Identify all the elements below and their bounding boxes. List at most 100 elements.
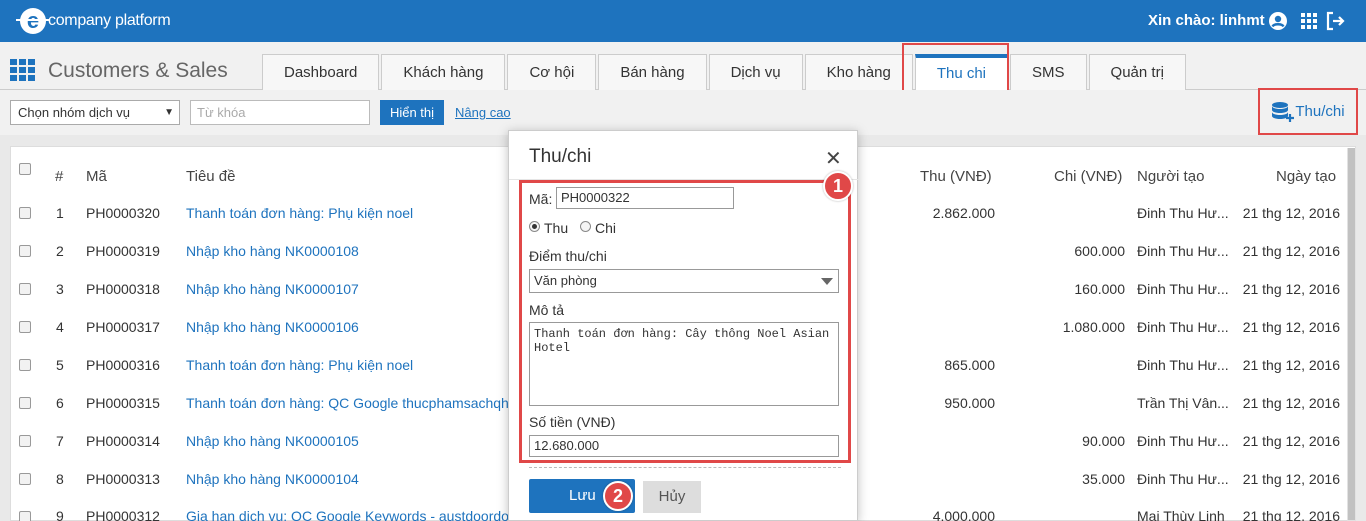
form-separator — [529, 467, 841, 468]
row-code: PH0000312 — [86, 508, 160, 521]
row-title-link[interactable]: Thanh toán đơn hàng: Phụ kiện noel — [186, 357, 413, 373]
header-code[interactable]: Mã — [86, 168, 107, 185]
step-badge-1: 1 — [823, 171, 853, 201]
app-header: Customers & Sales Dashboard Khách hàng C… — [0, 42, 1366, 96]
row-checkbox[interactable] — [19, 321, 31, 333]
row-checkbox[interactable] — [19, 283, 31, 295]
row-expense: 90.000 — [1082, 433, 1125, 449]
radio-thu-label: Thu — [544, 220, 569, 236]
row-title-link[interactable]: Thanh toán đơn hàng: QC Google thucphams… — [186, 395, 513, 411]
row-date: 21 thg 12, 2016 — [1242, 357, 1340, 373]
tab-dashboard[interactable]: Dashboard — [262, 54, 380, 90]
close-icon[interactable]: ✕ — [825, 146, 842, 171]
show-button[interactable]: Hiển thị — [380, 100, 444, 125]
row-creator: Đinh Thu Hư... — [1137, 205, 1229, 221]
row-title-link[interactable]: Thanh toán đơn hàng: Phụ kiện noel — [186, 205, 413, 221]
description-label: Mô tả — [529, 302, 565, 318]
dialog-title: Thu/chi — [529, 146, 592, 167]
row-date: 21 thg 12, 2016 — [1242, 433, 1340, 449]
row-date: 21 thg 12, 2016 — [1242, 471, 1340, 487]
tab-co-hoi[interactable]: Cơ hội — [507, 54, 597, 90]
advanced-search-link[interactable]: Nâng cao — [455, 105, 511, 120]
header-expense[interactable]: Chi (VNĐ) — [1054, 168, 1122, 185]
row-creator: Đinh Thu Hư... — [1137, 471, 1229, 487]
row-expense: 1.080.000 — [1062, 319, 1125, 335]
amount-input[interactable]: 12.680.000 — [529, 435, 839, 457]
thu-chi-tab-highlight — [902, 43, 1009, 96]
row-checkbox[interactable] — [19, 359, 31, 371]
row-date: 21 thg 12, 2016 — [1242, 205, 1340, 221]
point-select[interactable]: Văn phòng — [529, 269, 839, 293]
logo-text: company platform — [48, 12, 171, 29]
row-title-link[interactable]: Nhập kho hàng NK0000105 — [186, 433, 359, 449]
row-number: 3 — [56, 281, 64, 297]
header-income[interactable]: Thu (VNĐ) — [920, 168, 992, 185]
row-expense: 35.000 — [1082, 471, 1125, 487]
row-title-link[interactable]: Nhập kho hàng NK0000108 — [186, 243, 359, 259]
tab-kho-hang[interactable]: Kho hàng — [804, 54, 913, 90]
app-modules-icon[interactable] — [10, 59, 36, 86]
row-number: 6 — [56, 395, 64, 411]
row-title-link[interactable]: Nhập kho hàng NK0000104 — [186, 471, 359, 487]
row-income: 2.862.000 — [932, 205, 995, 221]
row-checkbox[interactable] — [19, 473, 31, 485]
dropdown-caret-icon: ▼ — [164, 107, 174, 118]
row-checkbox[interactable] — [19, 397, 31, 409]
row-code: PH0000319 — [86, 243, 160, 259]
description-textarea[interactable]: Thanh toán đơn hàng: Cây thông Noel Asia… — [529, 322, 839, 406]
user-greeting: Xin chào: linhmt — [1148, 12, 1265, 29]
row-number: 4 — [56, 319, 64, 335]
row-income: 950.000 — [944, 395, 995, 411]
add-thu-chi-button[interactable]: Thu/chi — [1258, 88, 1358, 135]
row-title-link[interactable]: Gia hạn dịch vụ: QC Google Keywords - au… — [186, 508, 517, 521]
filter-bar: Chọn nhóm dịch vụ ▼ Hiển thị Nâng cao — [0, 90, 1366, 135]
cancel-button[interactable]: Hủy — [643, 481, 701, 513]
row-title-link[interactable]: Nhập kho hàng NK0000106 — [186, 319, 359, 335]
code-input[interactable]: PH0000322 — [556, 187, 734, 209]
row-code: PH0000317 — [86, 319, 160, 335]
row-number: 1 — [56, 205, 64, 221]
service-group-select[interactable]: Chọn nhóm dịch vụ ▼ — [10, 100, 180, 125]
logo-e-icon: e — [16, 8, 50, 34]
row-title-link[interactable]: Nhập kho hàng NK0000107 — [186, 281, 359, 297]
step-badge-2: 2 — [603, 481, 633, 511]
apps-grid-icon[interactable] — [1298, 10, 1320, 32]
radio-thu[interactable] — [529, 221, 540, 232]
header-creator[interactable]: Người tạo — [1137, 168, 1204, 185]
row-creator: Trần Thị Vân... — [1137, 395, 1229, 411]
header-number: # — [55, 168, 64, 185]
radio-chi[interactable] — [580, 221, 591, 232]
row-code: PH0000315 — [86, 395, 160, 411]
header-date[interactable]: Ngày tạo — [1276, 168, 1336, 185]
select-caret-icon — [821, 278, 833, 285]
keyword-input[interactable] — [190, 100, 370, 125]
scrollbar-thumb[interactable] — [1348, 148, 1355, 520]
row-checkbox[interactable] — [19, 207, 31, 219]
row-checkbox[interactable] — [19, 511, 31, 521]
tab-quan-tri[interactable]: Quản trị — [1088, 54, 1186, 90]
user-profile-icon[interactable] — [1267, 10, 1289, 32]
row-number: 5 — [56, 357, 64, 373]
tab-ban-hang[interactable]: Bán hàng — [598, 54, 707, 90]
row-creator: Đinh Thu Hư... — [1137, 243, 1229, 259]
tab-khach-hang[interactable]: Khách hàng — [381, 54, 506, 90]
header-title[interactable]: Tiêu đề — [186, 168, 235, 185]
row-expense: 160.000 — [1074, 281, 1125, 297]
row-date: 21 thg 12, 2016 — [1242, 508, 1340, 521]
row-creator: Đinh Thu Hư... — [1137, 433, 1229, 449]
database-add-icon — [1272, 101, 1295, 122]
logout-icon[interactable] — [1324, 10, 1346, 32]
table-scrollbar[interactable] — [1347, 148, 1356, 521]
row-checkbox[interactable] — [19, 245, 31, 257]
row-code: PH0000314 — [86, 433, 160, 449]
row-checkbox[interactable] — [19, 435, 31, 447]
row-date: 21 thg 12, 2016 — [1242, 243, 1340, 259]
main-tabs: Dashboard Khách hàng Cơ hội Bán hàng Dịc… — [262, 54, 1188, 90]
row-income: 865.000 — [944, 357, 995, 373]
row-number: 7 — [56, 433, 64, 449]
tab-dich-vu[interactable]: Dịch vụ — [708, 54, 803, 90]
row-code: PH0000316 — [86, 357, 160, 373]
tab-sms[interactable]: SMS — [1010, 54, 1087, 90]
select-all-checkbox[interactable] — [19, 163, 31, 175]
company-logo[interactable]: e company platform — [16, 6, 171, 36]
